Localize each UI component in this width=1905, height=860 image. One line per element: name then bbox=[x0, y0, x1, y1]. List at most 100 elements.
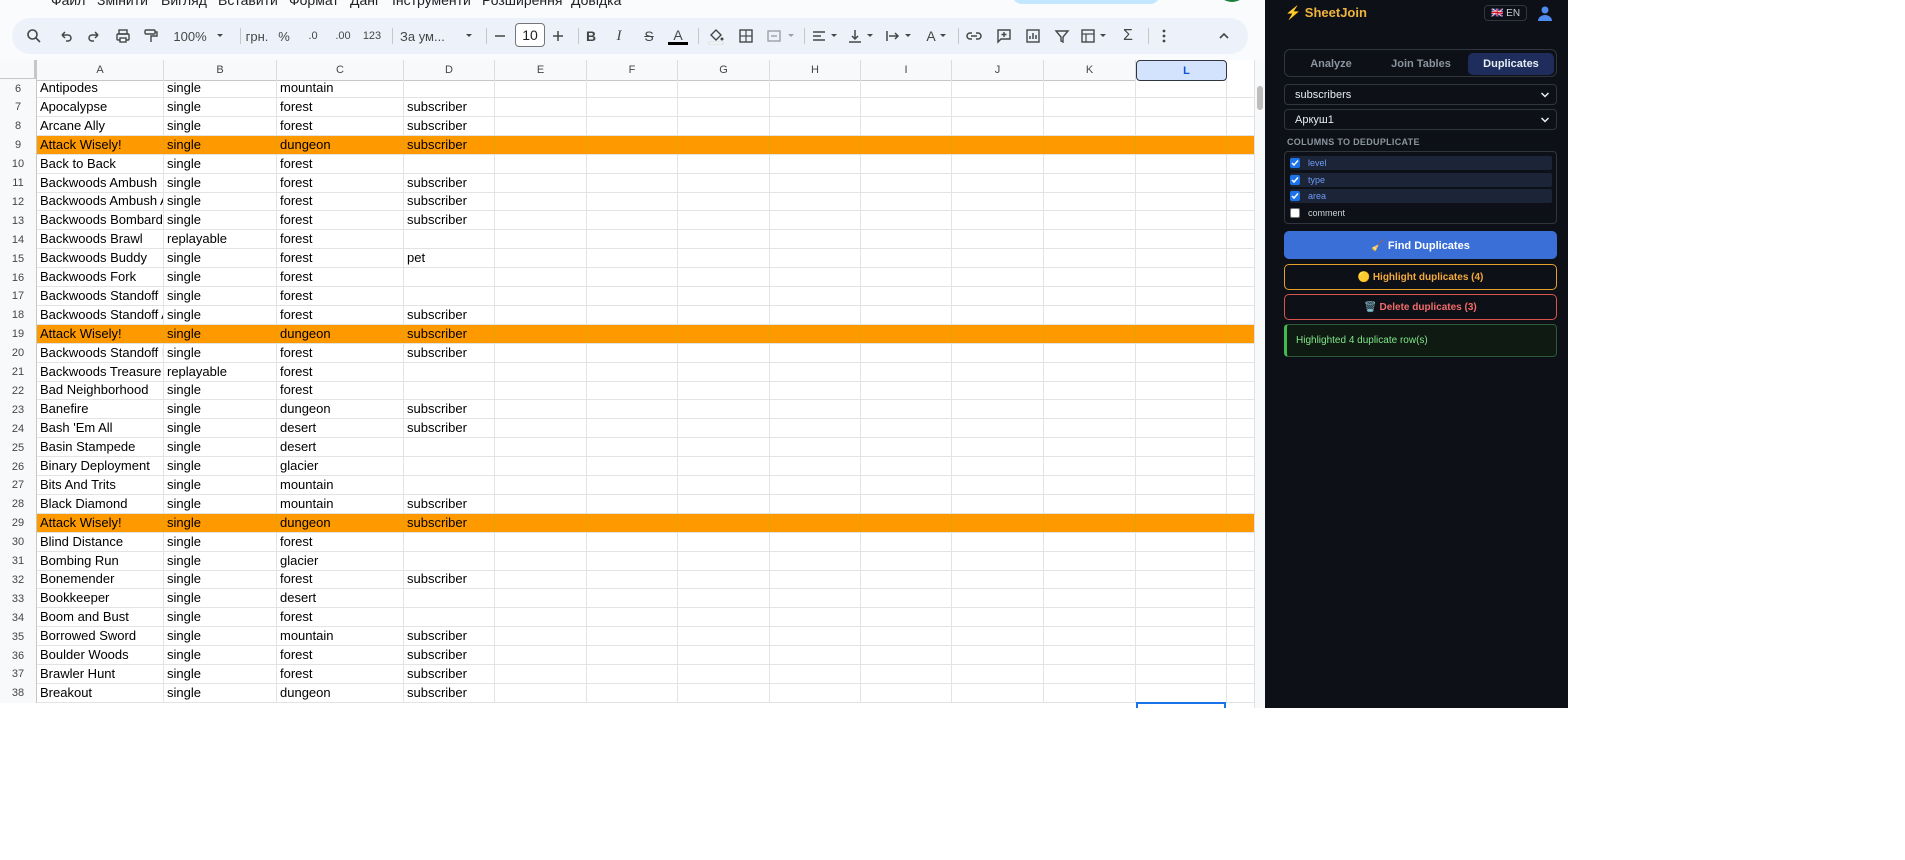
cell-f[interactable] bbox=[587, 589, 678, 608]
tab-analyze[interactable]: Analyze bbox=[1288, 53, 1374, 75]
select-all-corner[interactable] bbox=[0, 60, 37, 81]
cell-g[interactable] bbox=[678, 494, 770, 513]
cell-a[interactable]: Binary Deployment bbox=[37, 457, 164, 475]
cell-h[interactable] bbox=[770, 627, 861, 646]
cell-i[interactable] bbox=[861, 116, 952, 135]
cell-j[interactable] bbox=[952, 438, 1044, 457]
column-header-l[interactable]: L bbox=[1136, 60, 1227, 81]
cell-k[interactable] bbox=[1044, 400, 1136, 419]
cell-c[interactable]: forest bbox=[277, 286, 404, 305]
row-number[interactable]: 36 bbox=[0, 646, 37, 665]
cell-g[interactable] bbox=[678, 475, 770, 494]
cell-j[interactable] bbox=[952, 116, 1044, 135]
cell-f[interactable] bbox=[587, 457, 678, 475]
cell-e[interactable] bbox=[495, 97, 587, 116]
account-avatar[interactable] bbox=[1216, 0, 1248, 2]
cell-c[interactable]: dungeon bbox=[277, 324, 404, 343]
cell-i[interactable] bbox=[861, 683, 952, 702]
cell-i[interactable] bbox=[861, 494, 952, 513]
cell-l[interactable] bbox=[1136, 135, 1227, 154]
cell-c[interactable]: desert bbox=[277, 419, 404, 438]
cell-k[interactable] bbox=[1044, 627, 1136, 646]
cell-i[interactable] bbox=[861, 362, 952, 381]
cell-g[interactable] bbox=[678, 135, 770, 154]
vertical-align-icon[interactable] bbox=[846, 18, 876, 54]
cell-l[interactable] bbox=[1136, 627, 1227, 646]
cell-d[interactable]: subscriber bbox=[404, 494, 495, 513]
cell-j[interactable] bbox=[952, 79, 1044, 97]
row-number[interactable]: 30 bbox=[0, 532, 37, 552]
cell-k[interactable] bbox=[1044, 324, 1136, 343]
cell-a[interactable]: Apocalypse bbox=[37, 97, 164, 116]
cell-c[interactable]: mountain bbox=[277, 79, 404, 97]
cell-h[interactable] bbox=[770, 532, 861, 551]
row-number[interactable]: 11 bbox=[0, 173, 37, 193]
cell-a[interactable]: Bombing Run bbox=[37, 551, 164, 570]
cell-l[interactable] bbox=[1136, 173, 1227, 192]
cell-k[interactable] bbox=[1044, 268, 1136, 286]
cell-h[interactable] bbox=[770, 116, 861, 135]
cell-a[interactable]: Backwoods Brawl bbox=[37, 230, 164, 249]
cell-c[interactable]: forest bbox=[277, 646, 404, 664]
cell-h[interactable] bbox=[770, 135, 861, 154]
cell-f[interactable] bbox=[587, 646, 678, 664]
cell-g[interactable] bbox=[678, 79, 770, 97]
cell-l[interactable] bbox=[1136, 513, 1227, 532]
collapse-toolbar-icon[interactable] bbox=[1214, 18, 1234, 54]
cell-c[interactable]: forest bbox=[277, 532, 404, 551]
cell-k[interactable] bbox=[1044, 362, 1136, 381]
cell-c[interactable]: mountain bbox=[277, 475, 404, 494]
cell-j[interactable] bbox=[952, 457, 1044, 475]
cell-e[interactable] bbox=[495, 154, 587, 173]
cell-f[interactable] bbox=[587, 79, 678, 97]
cell-l[interactable] bbox=[1136, 305, 1227, 324]
cell-a[interactable]: Boom and Bust bbox=[37, 608, 164, 627]
cell-j[interactable] bbox=[952, 268, 1044, 286]
cell-a[interactable]: Basin Stampede bbox=[37, 438, 164, 457]
cell-b[interactable]: single bbox=[164, 664, 277, 683]
cell-d[interactable]: subscriber bbox=[404, 646, 495, 664]
cell-j[interactable] bbox=[952, 343, 1044, 362]
cell-a[interactable]: Attack Wisely! bbox=[37, 513, 164, 532]
cell-h[interactable] bbox=[770, 324, 861, 343]
cell-d[interactable]: subscriber bbox=[404, 570, 495, 589]
cell-k[interactable] bbox=[1044, 305, 1136, 324]
cell-b[interactable]: single bbox=[164, 438, 277, 457]
cell-i[interactable] bbox=[861, 230, 952, 249]
cell-k[interactable] bbox=[1044, 475, 1136, 494]
user-icon[interactable] bbox=[1536, 4, 1554, 27]
cell-a[interactable]: Attack Wisely! bbox=[37, 324, 164, 343]
cell-j[interactable] bbox=[952, 646, 1044, 664]
cell-g[interactable] bbox=[678, 154, 770, 173]
column-header-b[interactable]: B bbox=[164, 60, 277, 81]
cell-c[interactable]: forest bbox=[277, 381, 404, 400]
cell-f[interactable] bbox=[587, 627, 678, 646]
cell-l[interactable] bbox=[1136, 249, 1227, 268]
cell-e[interactable] bbox=[495, 230, 587, 249]
row-number[interactable]: 37 bbox=[0, 664, 37, 684]
cell-a[interactable]: Borrowed Sword bbox=[37, 627, 164, 646]
cell-d[interactable]: subscriber bbox=[404, 627, 495, 646]
cell-j[interactable] bbox=[952, 532, 1044, 551]
cell-g[interactable] bbox=[678, 551, 770, 570]
cell-k[interactable] bbox=[1044, 513, 1136, 532]
row-number[interactable]: 22 bbox=[0, 381, 37, 401]
cell-a[interactable]: Black Diamond bbox=[37, 494, 164, 513]
cell-f[interactable] bbox=[587, 268, 678, 286]
cell-h[interactable] bbox=[770, 683, 861, 702]
cell-c[interactable]: forest bbox=[277, 211, 404, 230]
cell-e[interactable] bbox=[495, 532, 587, 551]
cell-b[interactable]: single bbox=[164, 646, 277, 664]
cell-d[interactable]: subscriber bbox=[404, 97, 495, 116]
cell-e[interactable] bbox=[495, 570, 587, 589]
cell-i[interactable] bbox=[861, 608, 952, 627]
row-number[interactable]: 13 bbox=[0, 211, 37, 231]
cell-k[interactable] bbox=[1044, 683, 1136, 702]
cell-g[interactable] bbox=[678, 532, 770, 551]
cell-d[interactable]: subscriber bbox=[404, 513, 495, 532]
cell-a[interactable]: Back to Back bbox=[37, 154, 164, 173]
checkbox[interactable] bbox=[1290, 158, 1300, 168]
column-option-type[interactable]: type bbox=[1290, 172, 1552, 187]
cell-e[interactable] bbox=[495, 664, 587, 683]
cell-c[interactable]: forest bbox=[277, 192, 404, 211]
